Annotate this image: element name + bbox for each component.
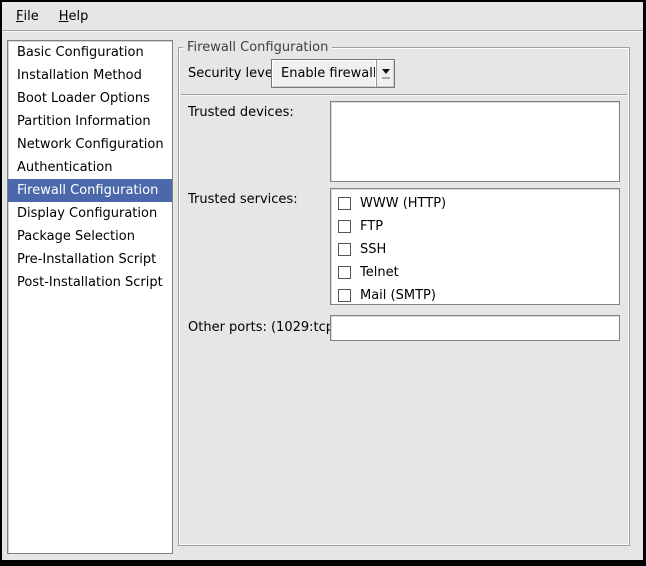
window-content: FileHelp Basic ConfigurationInstallation… — [2, 2, 643, 560]
service-label: FTP — [360, 219, 383, 234]
trusted-services-label: Trusted services: — [188, 192, 298, 207]
service-label: Mail (SMTP) — [360, 288, 436, 303]
menubar: FileHelp — [2, 2, 643, 31]
service-row-mail-smtp-[interactable]: Mail (SMTP) — [331, 284, 619, 307]
security-level-value: Enable firewall — [272, 66, 376, 81]
checkbox[interactable] — [338, 266, 351, 279]
firewall-configuration-frame: Firewall Configuration Security level: E… — [178, 47, 630, 546]
checkbox[interactable] — [338, 243, 351, 256]
app-window: FileHelp Basic ConfigurationInstallation… — [0, 0, 646, 566]
frame-title: Firewall Configuration — [183, 40, 332, 55]
service-row-ssh[interactable]: SSH — [331, 238, 619, 261]
service-row-telnet[interactable]: Telnet — [331, 261, 619, 284]
checkbox[interactable] — [338, 197, 351, 210]
checkbox[interactable] — [338, 220, 351, 233]
service-label: WWW (HTTP) — [360, 196, 446, 211]
trusted-devices-listbox[interactable] — [330, 101, 620, 182]
sidebar-item-pre-installation-script[interactable]: Pre-Installation Script — [8, 248, 172, 271]
service-row-www-http-[interactable]: WWW (HTTP) — [331, 192, 619, 215]
service-label: SSH — [360, 242, 386, 257]
checkbox[interactable] — [338, 289, 351, 302]
dropdown-triangle-icon — [382, 69, 390, 74]
sidebar-item-boot-loader-options[interactable]: Boot Loader Options — [8, 87, 172, 110]
menu-file[interactable]: File — [6, 2, 49, 30]
separator — [181, 94, 627, 96]
dropdown-dash-icon — [382, 77, 390, 79]
trusted-devices-label: Trusted devices: — [188, 105, 294, 120]
sidebar-item-display-configuration[interactable]: Display Configuration — [8, 202, 172, 225]
other-ports-input[interactable] — [330, 315, 620, 341]
service-label: Telnet — [360, 265, 399, 280]
sidebar-item-partition-information[interactable]: Partition Information — [8, 110, 172, 133]
sidebar-item-network-configuration[interactable]: Network Configuration — [8, 133, 172, 156]
chevron-down-icon[interactable] — [376, 60, 394, 87]
sidebar-item-installation-method[interactable]: Installation Method — [8, 64, 172, 87]
menu-help[interactable]: Help — [49, 2, 99, 30]
sidebar-item-package-selection[interactable]: Package Selection — [8, 225, 172, 248]
sidebar-item-basic-configuration[interactable]: Basic Configuration — [8, 41, 172, 64]
sidebar-item-post-installation-script[interactable]: Post-Installation Script — [8, 271, 172, 294]
sidebar-item-authentication[interactable]: Authentication — [8, 156, 172, 179]
security-level-label: Security level: — [188, 66, 281, 81]
sidebar-item-firewall-configuration[interactable]: Firewall Configuration — [8, 179, 172, 202]
security-level-combobox[interactable]: Enable firewall — [271, 59, 395, 88]
service-row-ftp[interactable]: FTP — [331, 215, 619, 238]
sidebar-section-list[interactable]: Basic ConfigurationInstallation MethodBo… — [7, 40, 173, 554]
other-ports-label: Other ports: (1029:tcp) — [188, 320, 339, 335]
trusted-services-listbox[interactable]: WWW (HTTP) FTP SSH Telnet Mail (SMTP) — [330, 188, 620, 305]
